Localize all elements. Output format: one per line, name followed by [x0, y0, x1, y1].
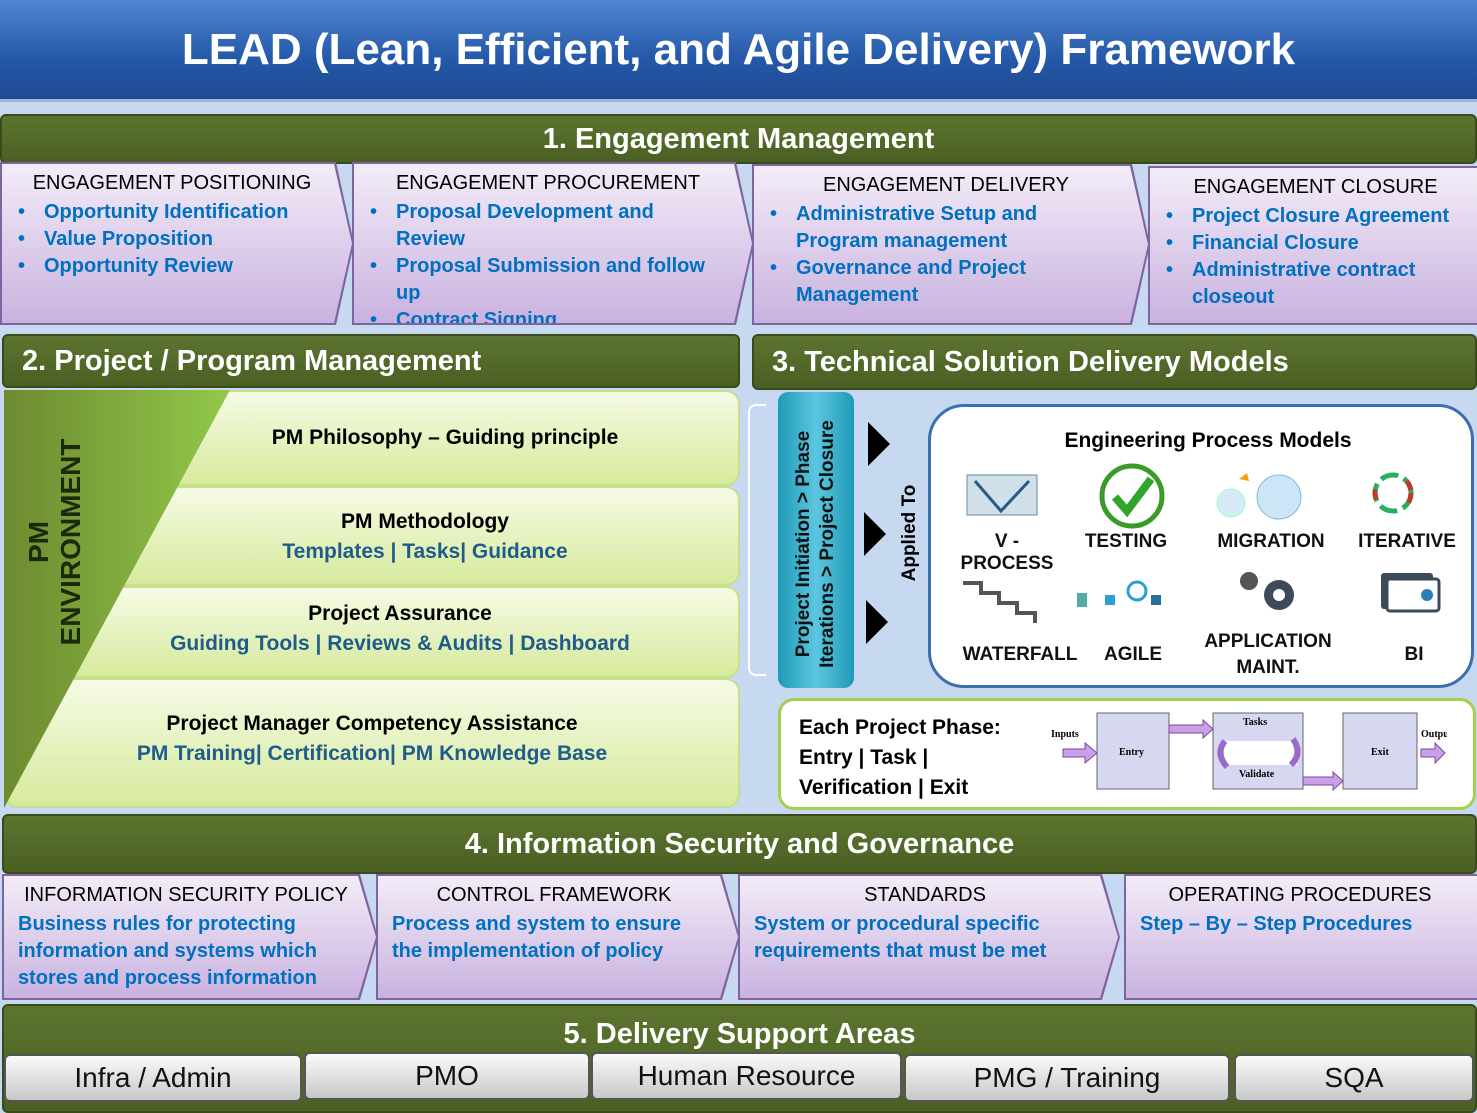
entry-label: Entry	[1119, 747, 1144, 758]
project-assurance-panel: Project Assurance Guiding Tools | Reviews…	[60, 586, 740, 678]
applied-to-label: Applied To	[899, 484, 920, 582]
stage-procurement: ENGAGEMENT PROCUREMENT Proposal Developm…	[352, 162, 754, 325]
panel-subtitle: PM Training| Certification| PM Knowledge…	[136, 742, 608, 765]
stage-title: INFORMATION SECURITY POLICY	[24, 884, 348, 906]
validate-label: Validate	[1239, 769, 1275, 780]
arrow-right-icon	[866, 600, 888, 644]
pm-header: 2. Project / Program Management	[2, 334, 740, 388]
testing-approved-icon	[1099, 463, 1165, 529]
security-policy: INFORMATION SECURITY POLICY Business rule…	[2, 874, 378, 1000]
pm-philosophy-panel: PM Philosophy – Guiding principle	[150, 390, 740, 486]
model-application-maint: APPLICATION MAINT.	[1204, 631, 1332, 678]
list-item: Opportunity Review	[16, 253, 328, 280]
exit-label: Exit	[1371, 747, 1389, 758]
arrow-right-icon	[864, 512, 886, 556]
panel-subtitle: Guiding Tools | Reviews & Audits | Dashb…	[170, 632, 630, 655]
security-header: 4. Information Security and Governance	[2, 814, 1477, 874]
stage-text: Process and system to ensure the impleme…	[392, 913, 682, 962]
model-v-process: V - PROCESS	[960, 531, 1054, 574]
arrow-right-icon	[868, 422, 890, 466]
stage-title: ENGAGEMENT DELIVERY	[823, 174, 1069, 196]
model-testing: TESTING	[1084, 531, 1168, 552]
panel-title: Project Manager Competency Assistance	[166, 712, 578, 735]
models-title: Engineering Process Models	[1064, 429, 1352, 452]
stage-closure: ENGAGEMENT CLOSURE Project Closure Agree…	[1148, 166, 1477, 325]
pm-environment-label: PM ENVIRONMENT	[23, 438, 86, 646]
operating-procedures: OPERATING PROCEDURES Step – By – Step Pro…	[1124, 874, 1477, 1000]
support-infra-admin[interactable]: Infra / Admin	[4, 1054, 302, 1102]
list-item: Administrative contract closeout	[1164, 257, 1467, 311]
phase-text: Each Project Phase:	[799, 716, 1001, 739]
list-item: Financial Closure	[1164, 230, 1467, 257]
tasks-label: Tasks	[1243, 717, 1267, 728]
standards: STANDARDS System or procedural specific r…	[738, 874, 1120, 1000]
stage-title: CONTROL FRAMEWORK	[436, 884, 672, 906]
list-item: Proposal Submission and follow up	[368, 253, 728, 307]
stage-text: Business rules for protecting informatio…	[18, 913, 317, 989]
phase-flow-diagram: Inputs Entry Tasks Validate Exit Outputs	[1051, 712, 1447, 792]
engagement-header: 1. Engagement Management	[0, 114, 1477, 164]
bracket	[748, 404, 766, 676]
iterative-cycle-icon	[1372, 472, 1414, 514]
page-title: LEAD (Lean, Efficient, and Agile Deliver…	[0, 0, 1477, 102]
stage-title: ENGAGEMENT CLOSURE	[1193, 176, 1438, 198]
list-item: Governance and Project Management	[768, 255, 1124, 309]
list-item: Project Closure Agreement	[1164, 203, 1467, 230]
stage-title: STANDARDS	[864, 884, 986, 906]
tech-header: 3. Technical Solution Delivery Models	[752, 334, 1477, 390]
phase-text: Entry | Task |	[799, 746, 929, 769]
inputs-label: Inputs	[1051, 729, 1079, 740]
phase-text: Verification | Exit	[799, 776, 969, 799]
list-item: Proposal Development and Review	[368, 199, 728, 253]
list-item: Value Proposition	[16, 226, 328, 253]
engineering-models-box: Engineering Process Models V - PROCESS T…	[928, 404, 1474, 688]
model-iterative: ITERATIVE	[1358, 531, 1456, 552]
migration-fishbowl-icon	[1216, 473, 1302, 520]
support-human-resource[interactable]: Human Resource	[591, 1052, 902, 1100]
application-maintenance-gears-icon	[1240, 572, 1294, 610]
pm-methodology-panel: PM Methodology Templates | Tasks| Guidanc…	[110, 486, 740, 586]
phase-line-2: Iterations > Project Closure	[817, 420, 838, 668]
stage-title: OPERATING PROCEDURES	[1168, 884, 1432, 906]
stage-text: System or procedural specific requiremen…	[754, 913, 1047, 962]
model-agile: AGILE	[1103, 644, 1163, 665]
outputs-label: Outputs	[1421, 729, 1447, 740]
stage-delivery: ENGAGEMENT DELIVERY Administrative Setup…	[752, 164, 1150, 325]
phase-line-1: Project Initiation > Phase	[793, 430, 814, 658]
bi-dashboard-icon	[1381, 573, 1441, 613]
agile-icon	[1077, 580, 1161, 607]
model-bi: BI	[1404, 644, 1424, 665]
model-migration: MIGRATION	[1217, 531, 1325, 552]
control-framework: CONTROL FRAMEWORK Process and system to e…	[376, 874, 740, 1000]
pm-competency-panel: Project Manager Competency Assistance PM …	[4, 678, 740, 808]
waterfall-icon	[963, 581, 1037, 623]
support-sqa[interactable]: SQA	[1234, 1054, 1474, 1102]
v-process-icon	[966, 474, 1038, 516]
model-waterfall: WATERFALL	[962, 644, 1078, 665]
list-item: Contract Signing	[368, 307, 728, 334]
phase-bar: Project Initiation > Phase Iterations > P…	[778, 392, 854, 688]
phase-box: Each Project Phase: Entry | Task | Verific…	[778, 698, 1476, 810]
stage-title: ENGAGEMENT POSITIONING	[32, 172, 312, 194]
support-pmg-training[interactable]: PMG / Training	[904, 1054, 1230, 1102]
list-item: Opportunity Identification	[16, 199, 328, 226]
list-item: Administrative Setup and Program managem…	[768, 201, 1124, 255]
panel-title: PM Philosophy – Guiding principle	[271, 426, 619, 449]
stage-title: ENGAGEMENT PROCUREMENT	[395, 172, 701, 194]
panel-title: Project Assurance	[308, 602, 492, 625]
support-pmo[interactable]: PMO	[304, 1052, 590, 1100]
panel-title: PM Methodology	[341, 510, 509, 533]
stage-text: Step – By – Step Procedures	[1140, 913, 1413, 935]
stage-positioning: ENGAGEMENT POSITIONING Opportunity Ident…	[0, 162, 354, 325]
panel-subtitle: Templates | Tasks| Guidance	[282, 540, 568, 563]
